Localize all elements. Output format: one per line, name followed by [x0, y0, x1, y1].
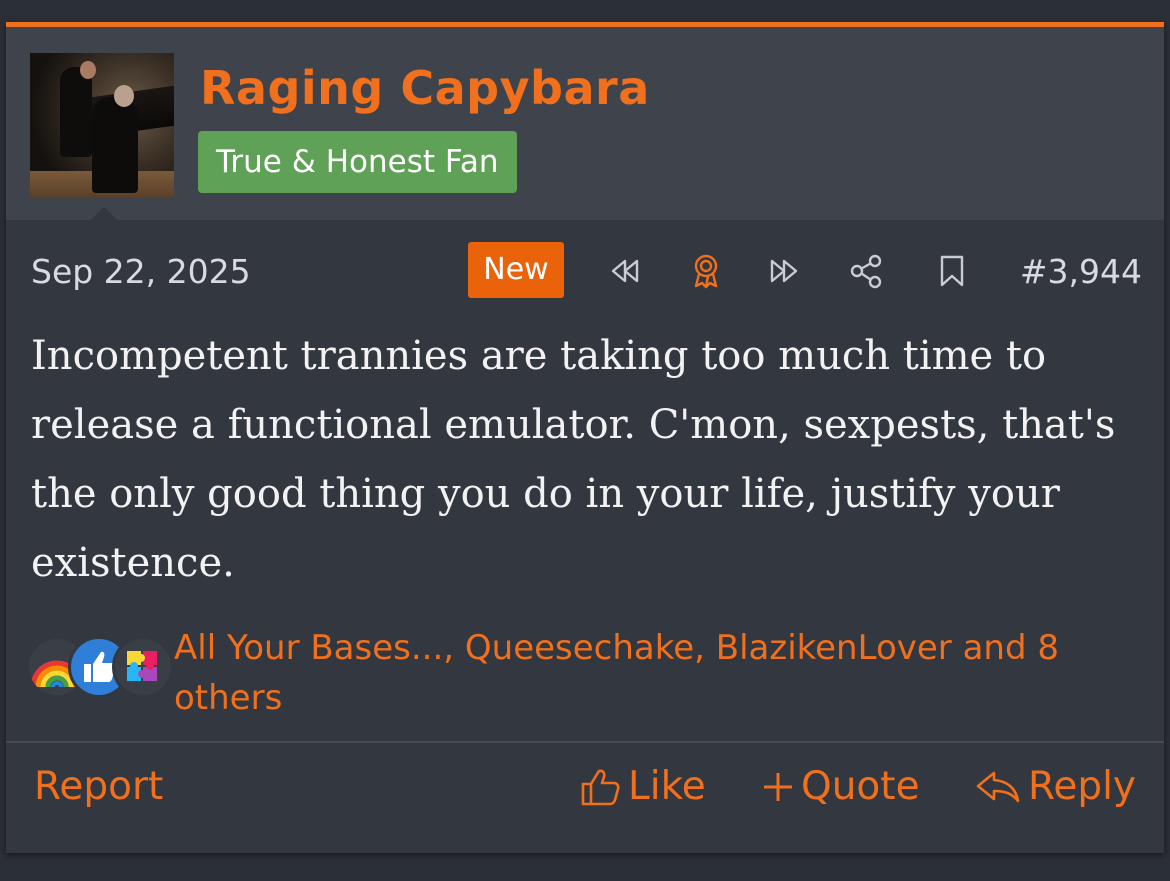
reaction-users-link[interactable]: All Your Bases..., Queesechake, Blaziken… [174, 623, 1134, 723]
reaction-icons[interactable] [26, 636, 176, 700]
fast-forward-icon[interactable] [765, 251, 805, 291]
rewind-icon[interactable] [604, 251, 644, 291]
puzzle-icon [112, 636, 174, 698]
bookmark-icon[interactable] [932, 251, 972, 291]
share-icon[interactable] [846, 251, 886, 291]
quote-label: Quote [801, 764, 920, 809]
username-link[interactable]: Raging Capybara [200, 61, 650, 115]
reply-arrow-icon [976, 771, 1020, 802]
post-message: Incompetent trannies are taking too much… [31, 333, 1116, 586]
post-container: Raging Capybara True & Honest Fan Sep 22… [6, 22, 1164, 853]
thumbs-up-outline-icon [581, 769, 620, 805]
post-number-link[interactable]: #3,944 [1020, 252, 1142, 291]
quote-button[interactable]: Quote [761, 764, 920, 809]
avatar[interactable] [30, 53, 174, 197]
footer-divider [6, 741, 1164, 743]
like-button[interactable]: Like [578, 764, 706, 809]
report-label: Report [34, 764, 164, 809]
page: Raging Capybara True & Honest Fan Sep 22… [0, 0, 1170, 881]
new-badge: New [468, 242, 564, 298]
user-header-pointer [90, 207, 118, 221]
post-user-header: Raging Capybara True & Honest Fan [6, 27, 1164, 220]
award-icon[interactable] [686, 251, 726, 291]
like-label: Like [628, 764, 706, 809]
post-date-link[interactable]: Sep 22, 2025 [31, 252, 251, 291]
report-button[interactable]: Report [34, 764, 163, 809]
user-title-badge: True & Honest Fan [198, 131, 517, 193]
plus-icon [764, 772, 792, 801]
reply-label: Reply [1028, 764, 1137, 809]
reply-button[interactable]: Reply [974, 764, 1136, 809]
